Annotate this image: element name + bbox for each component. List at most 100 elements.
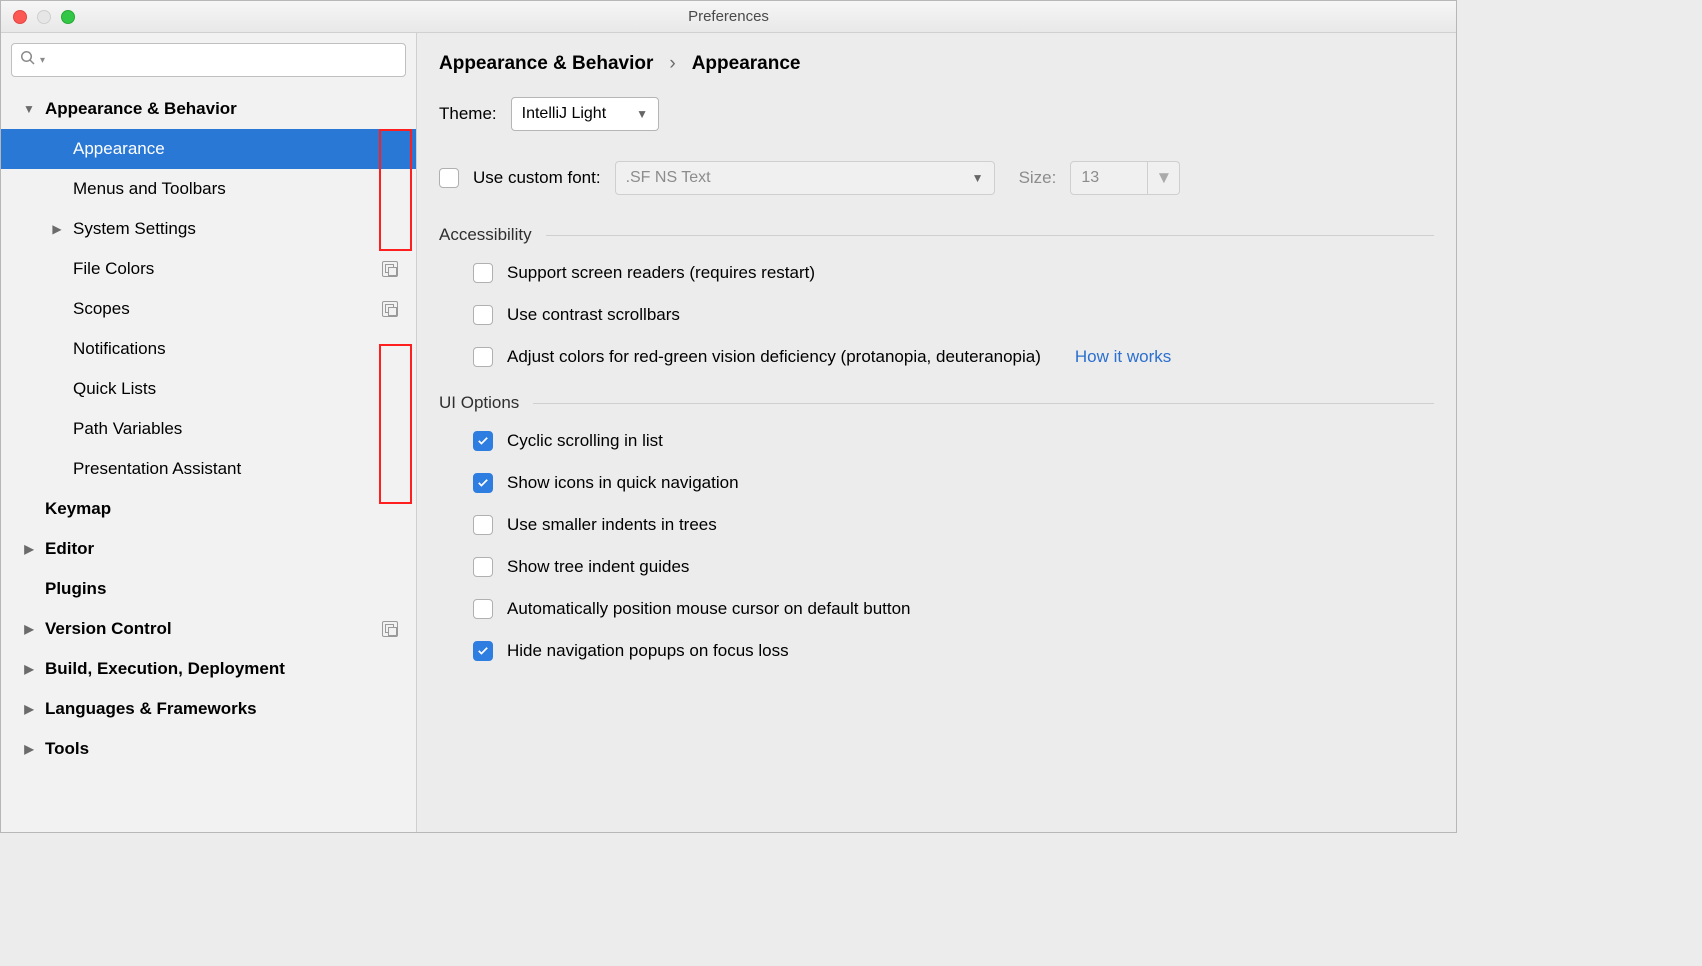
sidebar-item-label: Editor [45, 539, 94, 559]
font-size-stepper[interactable]: 13 ▼ [1070, 161, 1180, 195]
search-wrap: ▾ [1, 33, 416, 85]
ui-options-section: UI Options Cyclic scrolling in list Show … [439, 393, 1434, 661]
search-input[interactable] [49, 52, 397, 69]
theme-select-value: IntelliJ Light [522, 105, 607, 123]
sidebar-item-label: Appearance & Behavior [45, 99, 237, 119]
search-box[interactable]: ▾ [11, 43, 406, 77]
sidebar-item[interactable]: Menus and Toolbars [1, 169, 416, 209]
option-label: Adjust colors for red-green vision defic… [507, 347, 1041, 367]
sidebar-item[interactable]: ▶ Version Control [1, 609, 416, 649]
project-level-badge-icon [382, 301, 398, 317]
chevron-down-icon: ▼ [972, 171, 984, 185]
chevron-right-icon[interactable]: ▶ [21, 661, 37, 677]
theme-select[interactable]: IntelliJ Light ▼ [511, 97, 659, 131]
ui-option: Automatically position mouse cursor on d… [473, 599, 1434, 619]
chevron-right-icon[interactable]: ▶ [21, 701, 37, 717]
how-it-works-link[interactable]: How it works [1075, 347, 1171, 367]
sidebar-item-label: Keymap [45, 499, 111, 519]
accessibility-option: Adjust colors for red-green vision defic… [473, 347, 1434, 367]
sidebar-item-label: Languages & Frameworks [45, 699, 257, 719]
sidebar-item-label: Tools [45, 739, 89, 759]
breadcrumb: Appearance & Behavior › Appearance [439, 53, 1434, 75]
sidebar-item[interactable]: Presentation Assistant [1, 449, 416, 489]
use-custom-font-label: Use custom font: [473, 168, 601, 188]
sidebar-item-label: Notifications [73, 339, 166, 359]
sidebar-item-label: Build, Execution, Deployment [45, 659, 285, 679]
titlebar: Preferences [1, 1, 1456, 33]
font-size-label: Size: [1019, 168, 1057, 188]
sidebar-item-label: Appearance [73, 139, 165, 159]
option-label: Support screen readers (requires restart… [507, 263, 815, 283]
ui-option: Show icons in quick navigation [473, 473, 1434, 493]
chevron-right-icon[interactable]: ▶ [49, 221, 65, 237]
chevron-down-icon: ▼ [636, 107, 648, 121]
option-label: Hide navigation popups on focus loss [507, 641, 789, 661]
sidebar-item-label: Version Control [45, 619, 172, 639]
theme-row: Theme: IntelliJ Light ▼ [439, 97, 1434, 131]
project-level-badge-icon [382, 261, 398, 277]
content-pane: Appearance & Behavior › Appearance Theme… [417, 33, 1456, 832]
sidebar-item[interactable]: ▶Keymap [1, 489, 416, 529]
sidebar-item[interactable]: ▶ Editor [1, 529, 416, 569]
search-history-dropdown-icon[interactable]: ▾ [40, 55, 45, 66]
font-select[interactable]: .SF NS Text ▼ [615, 161, 995, 195]
sidebar-item-label: Path Variables [73, 419, 182, 439]
checkbox[interactable] [473, 347, 493, 367]
sidebar-item[interactable]: ▶ Languages & Frameworks [1, 689, 416, 729]
option-label: Cyclic scrolling in list [507, 431, 663, 451]
checkbox[interactable] [473, 557, 493, 577]
sidebar-item[interactable]: Appearance [1, 129, 416, 169]
section-divider [546, 235, 1434, 236]
custom-font-row: Use custom font: .SF NS Text ▼ Size: 13 … [439, 161, 1434, 195]
sidebar-item[interactable]: Quick Lists [1, 369, 416, 409]
sidebar-item[interactable]: ▶ System Settings [1, 209, 416, 249]
sidebar-item[interactable]: ▶ Tools [1, 729, 416, 769]
option-label: Show icons in quick navigation [507, 473, 739, 493]
option-label: Use smaller indents in trees [507, 515, 717, 535]
ui-option: Show tree indent guides [473, 557, 1434, 577]
checkbox[interactable] [473, 599, 493, 619]
sidebar-item[interactable]: Scopes [1, 289, 416, 329]
project-level-badge-icon [382, 621, 398, 637]
ui-option: Use smaller indents in trees [473, 515, 1434, 535]
checkbox[interactable] [473, 305, 493, 325]
sidebar-item[interactable]: ▼ Appearance & Behavior [1, 89, 416, 129]
option-label: Use contrast scrollbars [507, 305, 680, 325]
accessibility-section: Accessibility Support screen readers (re… [439, 225, 1434, 367]
sidebar-item-label: System Settings [73, 219, 196, 239]
sidebar-item[interactable]: Path Variables [1, 409, 416, 449]
option-label: Show tree indent guides [507, 557, 689, 577]
accessibility-option: Use contrast scrollbars [473, 305, 1434, 325]
sidebar-item-label: File Colors [73, 259, 154, 279]
sidebar: ▾ ▼ Appearance & Behavior Appearance Menus … [1, 33, 417, 832]
sidebar-item[interactable]: ▶ Build, Execution, Deployment [1, 649, 416, 689]
font-select-value: .SF NS Text [626, 169, 711, 187]
breadcrumb-root: Appearance & Behavior [439, 53, 653, 75]
sidebar-item[interactable]: File Colors [1, 249, 416, 289]
sidebar-item-label: Plugins [45, 579, 106, 599]
chevron-down-icon[interactable]: ▼ [21, 101, 37, 117]
breadcrumb-leaf: Appearance [692, 53, 801, 75]
checkbox[interactable] [473, 641, 493, 661]
font-size-value: 13 [1070, 161, 1148, 195]
sidebar-item-label: Quick Lists [73, 379, 156, 399]
checkbox[interactable] [473, 473, 493, 493]
chevron-right-icon[interactable]: ▶ [21, 541, 37, 557]
sidebar-item[interactable]: Notifications [1, 329, 416, 369]
breadcrumb-separator-icon: › [669, 53, 675, 75]
use-custom-font-checkbox[interactable] [439, 168, 459, 188]
checkbox[interactable] [473, 263, 493, 283]
option-label: Automatically position mouse cursor on d… [507, 599, 911, 619]
sidebar-item-label: Menus and Toolbars [73, 179, 226, 199]
window-body: ▾ ▼ Appearance & Behavior Appearance Menus … [1, 33, 1456, 832]
sidebar-item-label: Presentation Assistant [73, 459, 241, 479]
section-divider [533, 403, 1434, 404]
checkbox[interactable] [473, 431, 493, 451]
theme-label: Theme: [439, 104, 497, 124]
sidebar-tree: ▼ Appearance & Behavior Appearance Menus an… [1, 85, 416, 832]
chevron-right-icon[interactable]: ▶ [21, 621, 37, 637]
ui-options-title: UI Options [439, 393, 519, 413]
checkbox[interactable] [473, 515, 493, 535]
chevron-right-icon[interactable]: ▶ [21, 741, 37, 757]
sidebar-item[interactable]: ▶Plugins [1, 569, 416, 609]
